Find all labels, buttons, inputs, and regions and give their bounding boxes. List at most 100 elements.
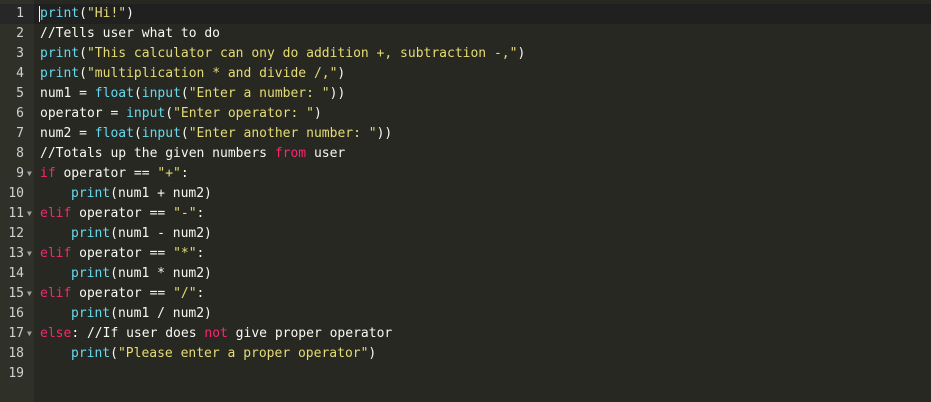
line-number: 2 bbox=[16, 26, 24, 41]
code-lines[interactable]: 1 print("Hi!") 2 //Tells user what to do 3 pr… bbox=[0, 4, 931, 384]
code-text[interactable]: //Totals up the given numbers from user bbox=[40, 144, 345, 164]
code-token-func: float bbox=[94, 86, 134, 101]
line-number-cell: 6 bbox=[0, 104, 34, 124]
code-text[interactable]: elif operator == "/": bbox=[40, 284, 204, 304]
fold-arrow-icon[interactable]: ▼ bbox=[27, 324, 32, 344]
line-number: 1 bbox=[16, 6, 24, 21]
code-token-str: "+" bbox=[157, 166, 181, 181]
line-number: 5 bbox=[16, 86, 24, 101]
code-line[interactable]: 19 bbox=[0, 364, 931, 384]
code-token-str: "/" bbox=[173, 286, 197, 301]
code-line[interactable]: 4 print("multiplication * and divide /,") bbox=[0, 64, 931, 84]
fold-arrow-icon[interactable]: ▼ bbox=[27, 204, 32, 224]
code-token-plain: ( bbox=[79, 66, 87, 81]
code-token-func: print bbox=[71, 186, 111, 201]
code-text[interactable]: num1 = float(input("Enter a number: ")) bbox=[40, 84, 345, 104]
line-number-cell: 12 bbox=[0, 224, 34, 244]
line-number: 11 bbox=[8, 206, 24, 221]
line-number: 16 bbox=[8, 306, 24, 321]
code-line[interactable]: 10 print(num1 + num2) bbox=[0, 184, 931, 204]
code-line[interactable]: 13 ▼ elif operator == "*": bbox=[0, 244, 931, 264]
line-number: 15 bbox=[8, 286, 24, 301]
code-text[interactable]: else: //If user does not give proper ope… bbox=[40, 324, 392, 344]
code-token-plain: ( bbox=[110, 346, 118, 361]
line-number-cell: 18 bbox=[0, 344, 34, 364]
line-number-cell: 15 ▼ bbox=[0, 284, 34, 304]
code-line[interactable]: 14 print(num1 * num2) bbox=[0, 264, 931, 284]
code-line[interactable]: 11 ▼ elif operator == "-": bbox=[0, 204, 931, 224]
code-token-func: print bbox=[40, 6, 80, 21]
code-token-plain: operator = bbox=[40, 106, 127, 121]
code-line[interactable]: 18 print("Please enter a proper operator"… bbox=[0, 344, 931, 364]
code-token-plain: (num1 + num2) bbox=[110, 186, 212, 201]
code-token-kw: if bbox=[40, 166, 56, 181]
code-token-func: float bbox=[94, 126, 134, 141]
line-number-cell: 17 ▼ bbox=[0, 324, 34, 344]
code-text[interactable]: print(num1 / num2) bbox=[40, 304, 212, 324]
code-text[interactable]: elif operator == "-": bbox=[40, 204, 204, 224]
code-token-plain: ( bbox=[180, 86, 189, 101]
code-text[interactable]: operator = input("Enter operator: ") bbox=[40, 104, 322, 124]
code-text[interactable]: print(num1 - num2) bbox=[40, 224, 212, 244]
code-token-plain: ( bbox=[133, 126, 142, 141]
code-token-func: input bbox=[126, 106, 166, 121]
code-text[interactable]: print(num1 * num2) bbox=[40, 264, 212, 284]
code-line[interactable]: 5 num1 = float(input("Enter a number: ")) bbox=[0, 84, 931, 104]
code-token-plain: operator == bbox=[71, 286, 174, 301]
line-number-cell: 11 ▼ bbox=[0, 204, 34, 224]
code-token-comment: user bbox=[306, 146, 346, 161]
code-text[interactable]: num2 = float(input("Enter another number… bbox=[40, 124, 392, 144]
text-cursor bbox=[39, 6, 40, 22]
line-number: 17 bbox=[8, 326, 24, 341]
line-number: 7 bbox=[16, 126, 24, 141]
code-line[interactable]: 1 print("Hi!") bbox=[0, 4, 931, 24]
line-number-cell: 19 bbox=[0, 364, 34, 384]
code-token-func: print bbox=[71, 226, 111, 241]
code-line[interactable]: 8 //Totals up the given numbers from user bbox=[0, 144, 931, 164]
code-text[interactable]: print("multiplication * and divide /,") bbox=[40, 64, 345, 84]
line-number: 4 bbox=[16, 66, 24, 81]
line-number: 19 bbox=[8, 366, 24, 381]
code-line[interactable]: 2 //Tells user what to do bbox=[0, 24, 931, 44]
code-text[interactable]: print(num1 + num2) bbox=[40, 184, 212, 204]
code-text[interactable]: print("This calculator can ony do additi… bbox=[40, 44, 525, 64]
code-line[interactable]: 6 operator = input("Enter operator: ") bbox=[0, 104, 931, 124]
code-text[interactable]: elif operator == "*": bbox=[40, 244, 204, 264]
code-line[interactable]: 17 ▼ else: //If user does not give proper … bbox=[0, 324, 931, 344]
code-text[interactable]: //Tells user what to do bbox=[40, 24, 220, 44]
code-line[interactable]: 7 num2 = float(input("Enter another numbe… bbox=[0, 124, 931, 144]
code-line[interactable]: 15 ▼ elif operator == "/": bbox=[0, 284, 931, 304]
code-token-kw: elif bbox=[40, 206, 72, 221]
code-token-plain: ) bbox=[368, 346, 377, 361]
fold-arrow-icon[interactable]: ▼ bbox=[27, 164, 32, 184]
code-line[interactable]: 16 print(num1 / num2) bbox=[0, 304, 931, 324]
line-number: 10 bbox=[8, 186, 24, 201]
code-text[interactable]: if operator == "+": bbox=[40, 164, 189, 184]
code-token-plain: operator == bbox=[71, 246, 174, 261]
code-line[interactable]: 3 print("This calculator can ony do addit… bbox=[0, 44, 931, 64]
fold-arrow-icon[interactable]: ▼ bbox=[27, 244, 32, 264]
code-line[interactable]: 9 ▼ if operator == "+": bbox=[0, 164, 931, 184]
code-text[interactable]: print("Please enter a proper operator") bbox=[40, 344, 376, 364]
code-token-str: "Please enter a proper operator" bbox=[117, 346, 369, 361]
line-number-cell: 16 bbox=[0, 304, 34, 324]
code-token-plain: num1 = bbox=[40, 86, 95, 101]
code-editor[interactable]: 1 print("Hi!") 2 //Tells user what to do 3 pr… bbox=[0, 0, 931, 402]
code-token-kw: elif bbox=[40, 286, 72, 301]
code-token-kw: else bbox=[40, 326, 72, 341]
code-token-str: "This calculator can ony do addition +, … bbox=[86, 46, 518, 61]
code-token-plain: num2 = bbox=[40, 126, 95, 141]
line-number: 3 bbox=[16, 46, 24, 61]
code-token-str: "Enter a number: " bbox=[188, 86, 330, 101]
code-text[interactable]: print("Hi!") bbox=[40, 4, 134, 24]
line-number-cell: 8 bbox=[0, 144, 34, 164]
code-token-plain: : bbox=[196, 206, 205, 221]
code-token-plain: ) bbox=[313, 106, 322, 121]
code-token-str: "-" bbox=[173, 206, 197, 221]
code-token-kw: from bbox=[274, 146, 307, 161]
fold-arrow-icon[interactable]: ▼ bbox=[27, 284, 32, 304]
code-token-str: "Enter another number: " bbox=[188, 126, 377, 141]
code-token-str: "multiplication * and divide /," bbox=[86, 66, 338, 81]
code-token-plain: ) bbox=[126, 6, 134, 21]
code-line[interactable]: 12 print(num1 - num2) bbox=[0, 224, 931, 244]
